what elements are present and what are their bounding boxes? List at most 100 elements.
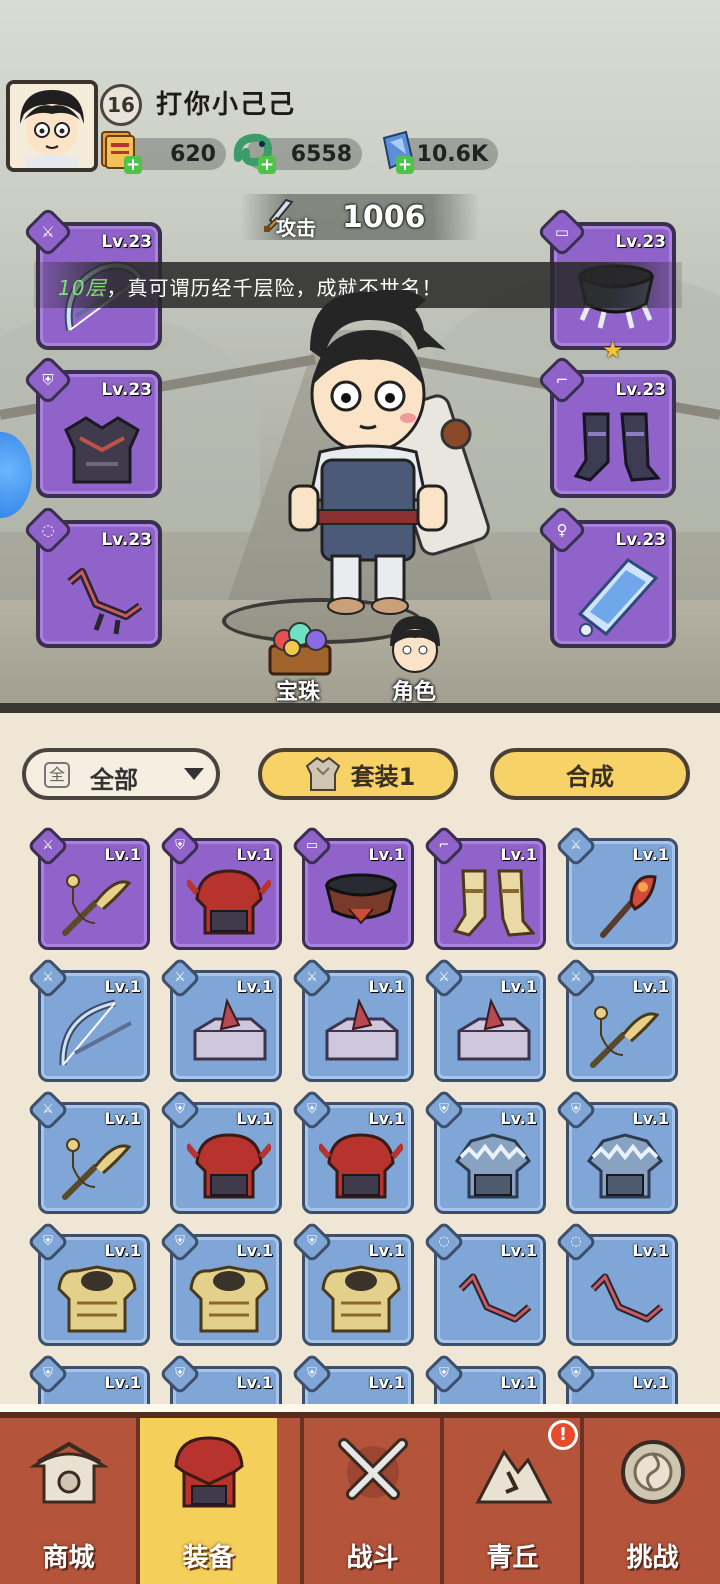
item-level: Lv.1 [632, 1373, 669, 1392]
slot-type-tag: ⛨ [290, 1088, 334, 1132]
item-level: Lv.1 [500, 1109, 537, 1128]
equip-level: Lv.23 [615, 530, 666, 550]
nav-battle[interactable]: 战斗 [304, 1418, 441, 1584]
inventory-item[interactable]: ⛨ Lv.1 [554, 1088, 678, 1214]
hero-character[interactable] [250, 290, 490, 630]
slot-type-tag: ⛨ [26, 1220, 70, 1264]
equipment-set-button[interactable]: 套装1 [258, 748, 458, 800]
character-portrait-icon[interactable] [380, 612, 450, 676]
mountain-icon [475, 1449, 553, 1504]
nav-equipment[interactable]: 装备 [140, 1418, 277, 1584]
inventory-item[interactable]: ⚔ Lv.1 [422, 956, 546, 1082]
slot-type-tag: ⛨ [26, 1352, 70, 1396]
inventory-item[interactable]: ⛨ Lv.1 [158, 824, 282, 950]
equip-level: Lv.23 [615, 380, 666, 400]
item-level: Lv.1 [500, 1373, 537, 1392]
gems-button-label[interactable]: 宝珠 [276, 674, 320, 706]
inventory-item[interactable]: ◌ Lv.1 [554, 1220, 678, 1346]
item-level: Lv.1 [368, 977, 405, 996]
add-crystal-button[interactable]: + [396, 156, 414, 174]
resource-value: 620 [170, 141, 216, 167]
nav-challenge[interactable]: 挑战 [584, 1418, 720, 1584]
slot-type-icon: ⛨ [307, 1234, 317, 1249]
slot-type-tag: ⛨ [158, 1220, 202, 1264]
slot-type-tag: ◌ [422, 1220, 466, 1264]
item-level: Lv.1 [236, 1241, 273, 1260]
slot-type-tag: ⛨ [554, 1088, 598, 1132]
necklace-icon [458, 1273, 532, 1323]
slot-type-icon: ⚔ [570, 838, 582, 853]
inventory-item[interactable]: ⛨ Lv.1 [422, 1088, 546, 1214]
slot-type-icon: ◌ [438, 1234, 450, 1249]
boot-icon: ⌐ [555, 371, 569, 389]
slot-type-tag: ⚔ [554, 824, 598, 868]
equip-slot-boots[interactable]: ⌐ Lv.23 [536, 354, 676, 498]
player-avatar[interactable] [6, 80, 98, 172]
inventory-item[interactable]: ⚔ Lv.1 [158, 956, 282, 1082]
slot-type-tag: ⚔ [158, 956, 202, 1000]
slot-type-icon: ⛨ [439, 1102, 449, 1117]
inventory-item[interactable]: ⛨ Lv.1 [158, 1220, 282, 1346]
helmet-ice-icon [586, 1133, 664, 1199]
equip-slot-ring[interactable]: ♀ Lv.23 [536, 504, 676, 648]
slot-type-icon: ⛨ [307, 1102, 317, 1117]
item-level: Lv.1 [632, 977, 669, 996]
slot-type-icon: ⛨ [175, 1366, 185, 1381]
slot-type-tag: ⌐ [422, 824, 466, 868]
item-level: Lv.1 [104, 1109, 141, 1128]
avatar-face-icon [10, 84, 94, 168]
slot-type-icon: ⌐ [438, 838, 450, 853]
necklace-icon [590, 1273, 664, 1323]
inventory-item[interactable]: ⛨ Lv.1 [290, 1088, 414, 1214]
boots-gold-icon [452, 869, 535, 937]
shop-pagoda-icon [29, 1441, 109, 1504]
inventory-item[interactable]: ⛨ Lv.1 [26, 1220, 150, 1346]
necklace-icon: ◌ [41, 521, 55, 539]
crossed-swords-icon [338, 1438, 408, 1500]
inventory-item[interactable]: ▭ Lv.1 [290, 824, 414, 950]
character-button-label[interactable]: 角色 [392, 674, 436, 706]
inventory-item[interactable]: ⛨ Lv.1 [290, 1220, 414, 1346]
inventory-item[interactable]: ⛨ Lv.1 [158, 1088, 282, 1214]
add-jade-button[interactable]: + [258, 156, 276, 174]
slot-type-tag: ⛨ [290, 1220, 334, 1264]
belt-icon: ▭ [554, 223, 570, 241]
gem-chest-icon[interactable] [262, 618, 338, 678]
item-level: Lv.1 [236, 1373, 273, 1392]
synthesize-button[interactable]: 合成 [490, 748, 690, 800]
inventory-item[interactable]: ⌐ Lv.1 [422, 824, 546, 950]
inventory-item[interactable]: ⚔ Lv.1 [554, 824, 678, 950]
slot-type-tag: ⚔ [422, 956, 466, 1000]
equip-slot-armor[interactable]: ⛨ Lv.23 [22, 354, 162, 498]
notification-badge: ! [548, 1420, 578, 1450]
inventory-item[interactable]: ⚔ Lv.1 [26, 956, 150, 1082]
dark-armor-icon [64, 416, 140, 484]
armor-icon: ⛨ [42, 371, 54, 389]
blue-talisman-icon [577, 558, 659, 637]
inventory-item[interactable]: ⚔ Lv.1 [26, 1088, 150, 1214]
staff-icon [62, 874, 132, 936]
add-tickets-button[interactable]: + [124, 156, 142, 174]
equip-slot-necklace[interactable]: ◌ Lv.23 [22, 504, 162, 648]
helmet-red-icon [187, 1133, 271, 1199]
inventory-item[interactable]: ⚔ Lv.1 [26, 824, 150, 950]
armor-box-icon [325, 998, 399, 1061]
inventory-item[interactable]: ◌ Lv.1 [422, 1220, 546, 1346]
inventory-item[interactable]: ⚔ Lv.1 [554, 956, 678, 1082]
slot-type-icon: ▭ [305, 838, 319, 853]
game-screen: { "player": { "level": "16", "name": "打你… [0, 0, 720, 1584]
bow-icon [59, 999, 132, 1066]
equip-level: Lv.23 [101, 232, 152, 252]
slot-type-icon: ⚔ [174, 970, 186, 985]
slot-type-tag: ▭ [290, 824, 334, 868]
armor-gold-icon [57, 1265, 137, 1333]
nav-shop[interactable]: 商城 [0, 1418, 137, 1584]
armor-set-icon [305, 756, 340, 791]
scene-divider [0, 703, 720, 713]
inventory-item[interactable]: ⚔ Lv.1 [290, 956, 414, 1082]
slot-type-icon: ⛨ [307, 1366, 317, 1381]
category-filter-dropdown[interactable]: 全 全部 [22, 748, 220, 800]
equip-level: Lv.23 [101, 530, 152, 550]
item-level: Lv.1 [632, 1109, 669, 1128]
resource-value: 6558 [290, 141, 352, 167]
